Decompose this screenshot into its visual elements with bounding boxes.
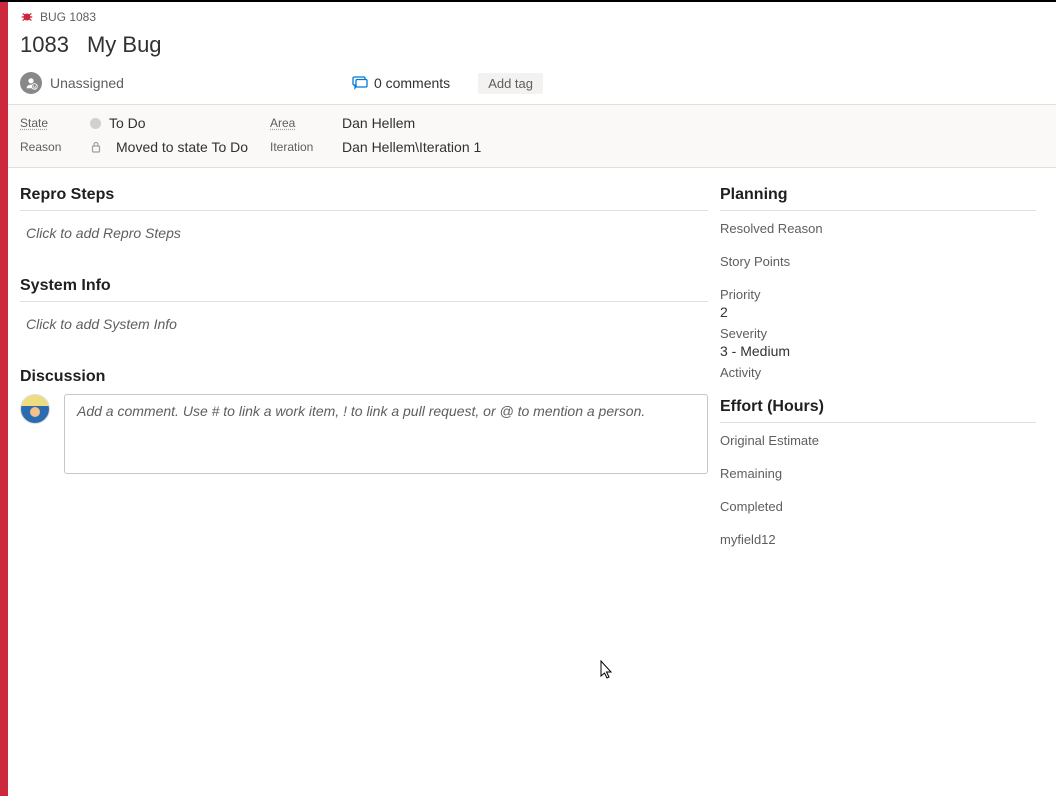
avatar — [20, 394, 50, 424]
work-item-type-label: BUG 1083 — [40, 10, 96, 24]
system-info-input[interactable]: Click to add System Info — [20, 312, 708, 354]
comments-link[interactable]: 0 comments — [352, 75, 450, 91]
fields-band: State To Do Area Dan Hellem Reason Moved… — [8, 105, 1056, 168]
story-points-label: Story Points — [720, 254, 1036, 269]
reason-picker[interactable]: Moved to state To Do — [90, 139, 270, 155]
priority-label: Priority — [720, 287, 1036, 302]
comments-count: 0 comments — [374, 75, 450, 91]
original-estimate-label: Original Estimate — [720, 433, 1036, 448]
reason-label: Reason — [20, 140, 90, 154]
area-value[interactable]: Dan Hellem — [342, 115, 415, 131]
bug-icon — [20, 10, 34, 24]
divider — [720, 210, 1036, 211]
breadcrumb: BUG 1083 — [8, 2, 1056, 28]
discussion-heading: Discussion — [20, 368, 708, 386]
assignee-picker[interactable]: M Unassigned — [20, 72, 124, 94]
activity-label: Activity — [720, 365, 1036, 380]
lock-icon — [90, 141, 102, 153]
remaining-label: Remaining — [720, 466, 1036, 481]
work-item-title[interactable]: My Bug — [87, 32, 162, 58]
person-icon: M — [20, 72, 42, 94]
comment-input[interactable]: Add a comment. Use # to link a work item… — [64, 394, 708, 474]
add-tag-button[interactable]: Add tag — [478, 73, 543, 94]
svg-text:M: M — [33, 85, 37, 90]
iteration-value[interactable]: Dan Hellem\Iteration 1 — [342, 139, 481, 155]
severity-label: Severity — [720, 326, 1036, 341]
work-item-id: 1083 — [20, 32, 69, 58]
comments-icon — [352, 75, 368, 91]
divider — [720, 422, 1036, 423]
state-value: To Do — [109, 115, 146, 131]
state-label: State — [20, 116, 90, 130]
reason-value: Moved to state To Do — [116, 139, 248, 155]
assignee-label: Unassigned — [50, 75, 124, 91]
divider — [20, 301, 708, 302]
state-picker[interactable]: To Do — [90, 115, 270, 131]
state-dot-icon — [90, 118, 101, 129]
repro-steps-input[interactable]: Click to add Repro Steps — [20, 221, 708, 263]
effort-heading: Effort (Hours) — [720, 398, 1036, 416]
resolved-reason-label: Resolved Reason — [720, 221, 1036, 236]
system-info-heading: System Info — [20, 277, 708, 295]
myfield12-label: myfield12 — [720, 532, 1036, 547]
planning-heading: Planning — [720, 186, 1036, 204]
completed-label: Completed — [720, 499, 1036, 514]
priority-value[interactable]: 2 — [720, 304, 1036, 320]
iteration-label: Iteration — [270, 140, 342, 154]
severity-value[interactable]: 3 - Medium — [720, 343, 1036, 359]
work-item-color-bar — [0, 2, 8, 796]
repro-steps-heading: Repro Steps — [20, 186, 708, 204]
divider — [20, 210, 708, 211]
area-label: Area — [270, 116, 342, 130]
